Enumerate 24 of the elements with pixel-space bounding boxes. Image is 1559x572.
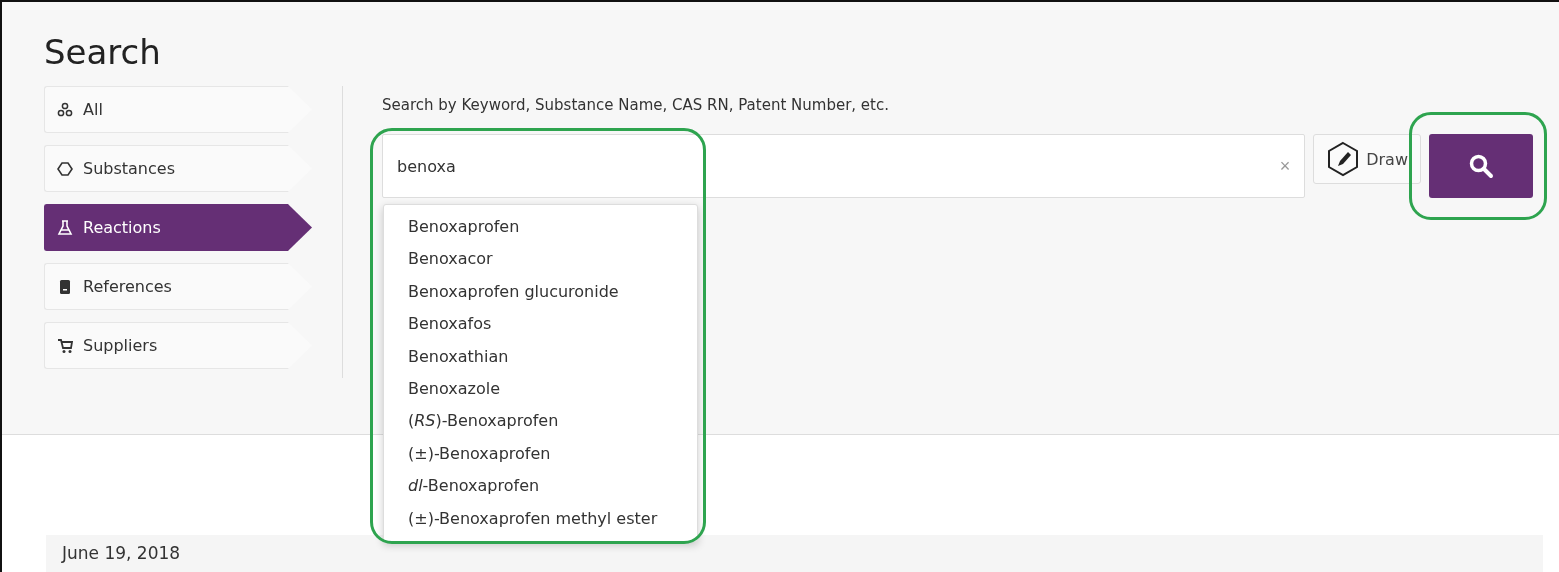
suggestion-item[interactable]: Benoxazole <box>384 373 697 406</box>
search-field[interactable]: benoxa × <box>382 134 1306 198</box>
suggestion-item[interactable]: (RS)-Benoxaprofen <box>384 405 697 438</box>
suggestion-item[interactable]: Benoxathian <box>384 340 697 374</box>
book-icon <box>57 278 73 295</box>
cart-icon <box>57 337 73 354</box>
suggestion-item[interactable]: (±)-Benoxaprofen <box>384 437 697 471</box>
flask-icon <box>57 219 73 236</box>
suggestion-item[interactable]: dl-Benoxaprofen <box>384 470 697 503</box>
circles-icon <box>57 101 73 118</box>
hexagon-pencil-icon <box>1326 141 1361 177</box>
search-hint: Search by Keyword, Substance Name, CAS RN, Patent Number, etc. <box>382 96 890 114</box>
sidebar-tab[interactable]: Reactions <box>44 204 312 251</box>
search-button[interactable] <box>1429 134 1533 198</box>
suggestion-item[interactable]: Benoxafos <box>384 308 697 341</box>
page-title: Search <box>44 31 162 74</box>
recent-date: June 19, 2018 <box>62 543 181 563</box>
hexagon-icon <box>57 160 73 177</box>
suggestion-item[interactable]: Benoxacor <box>384 243 697 276</box>
suggestion-item[interactable]: Benoxaprofen <box>384 211 697 244</box>
draw-button[interactable]: Draw <box>1313 134 1421 184</box>
search-icon <box>1468 153 1494 179</box>
suggestion-item[interactable]: (±)-Benoxaprofen methyl ester <box>384 502 697 536</box>
suggestion-item[interactable]: Benoxaprofen glucuronide <box>384 275 697 309</box>
